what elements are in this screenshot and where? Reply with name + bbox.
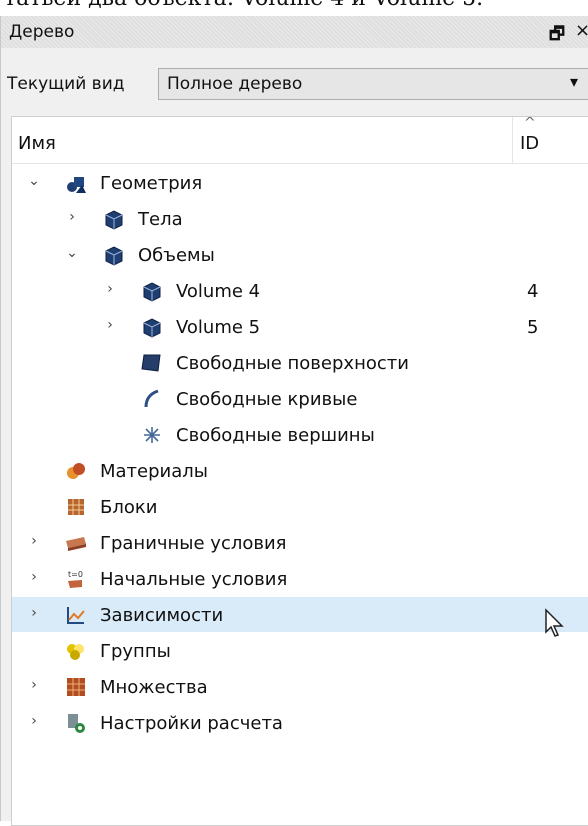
tree-row-label: Начальные условия	[100, 569, 288, 590]
float-window-icon[interactable]: 🗗	[549, 21, 565, 50]
geometry-icon	[64, 171, 88, 195]
tree-row[interactable]: Блоки	[12, 489, 588, 524]
collapse-chevron-icon[interactable]: ⌄	[26, 173, 42, 189]
expand-chevron-icon[interactable]: ›	[64, 209, 80, 225]
column-header-name[interactable]: Имя	[18, 133, 56, 154]
tree-row-label: Свободные поверхности	[176, 353, 409, 374]
dependencies-icon	[64, 603, 88, 627]
materials-icon	[64, 459, 88, 483]
expand-chevron-icon[interactable]: ›	[26, 713, 42, 729]
tree-row[interactable]: ⌄ Геометрия	[12, 165, 588, 200]
tree-row-label: Зависимости	[100, 605, 224, 626]
tree-row-label: Множества	[100, 677, 208, 698]
initial-conditions-icon: t=0	[64, 567, 88, 591]
current-view-value: Полное дерево	[167, 74, 303, 94]
panel-title: Дерево	[9, 22, 75, 42]
tree-row-label: Геометрия	[100, 173, 203, 194]
tree-row[interactable]: Свободные вершины	[12, 417, 588, 452]
collapse-chevron-icon[interactable]: ⌄	[64, 245, 80, 261]
tree-row-id: 5	[527, 317, 539, 338]
chevron-down-icon[interactable]: ▾	[570, 72, 578, 91]
tree-row-label: Группы	[100, 641, 171, 662]
tree-row-label: Volume 4	[176, 281, 261, 302]
expand-chevron-icon[interactable]: ›	[26, 569, 42, 585]
volume-icon	[140, 315, 164, 339]
tree-row[interactable]: Свободные поверхности	[12, 345, 588, 380]
close-icon[interactable]: ×	[575, 20, 588, 41]
tree-row[interactable]: › Volume 5 5	[12, 309, 588, 344]
current-view-select[interactable]: Полное дерево ▾	[158, 68, 588, 100]
sets-icon	[64, 675, 88, 699]
tree-row-label: Объемы	[138, 245, 215, 266]
tree-row-label: Тела	[138, 209, 183, 230]
tree-row[interactable]: › Volume 4 4	[12, 273, 588, 308]
column-divider[interactable]	[512, 117, 513, 163]
volumes-icon	[102, 243, 126, 267]
tree-row[interactable]: › Граничные условия	[12, 525, 588, 560]
tree-row-label: Свободные вершины	[176, 425, 375, 446]
calc-settings-icon	[64, 711, 88, 735]
tree-row[interactable]: Свободные кривые	[12, 381, 588, 416]
tree-row-label: Volume 5	[176, 317, 261, 338]
expand-chevron-icon[interactable]: ›	[26, 533, 42, 549]
expand-chevron-icon[interactable]: ›	[102, 317, 118, 333]
svg-text:t=0: t=0	[68, 570, 83, 579]
expand-chevron-icon[interactable]: ›	[26, 677, 42, 693]
tree-row-label: Граничные условия	[100, 533, 287, 554]
tree-row-label: Блоки	[100, 497, 158, 518]
expand-chevron-icon[interactable]: ›	[26, 605, 42, 621]
tree-row[interactable]: › t=0 Начальные условия	[12, 561, 588, 596]
sort-ascending-icon: ^	[524, 116, 536, 131]
curve-icon	[140, 387, 164, 411]
groups-icon	[64, 639, 88, 663]
column-header-id[interactable]: ID	[520, 133, 539, 154]
tree-panel: Дерево 🗗 × Текущий вид Полное дерево ▾ И…	[0, 16, 588, 826]
surface-icon	[140, 351, 164, 375]
object-tree[interactable]: Имя ^ ID ⌄ Геометрия › Тела ⌄ Объемы › Volume 4…	[11, 116, 588, 826]
tree-row[interactable]: › Настройки расчета	[12, 705, 588, 740]
document-text-strip: татьей два объекта: Volume 4 и Volume 5.	[0, 0, 588, 16]
tree-row-label: Свободные кривые	[176, 389, 358, 410]
tree-row-label: Материалы	[100, 461, 208, 482]
boundary-conditions-icon	[64, 531, 88, 555]
document-text: татьей два объекта: Volume 4 и Volume 5.	[4, 0, 483, 11]
tree-row[interactable]: Группы	[12, 633, 588, 668]
bodies-icon	[102, 207, 126, 231]
tree-row[interactable]: › Зависимости	[12, 597, 588, 632]
tree-row-label: Настройки расчета	[100, 713, 283, 734]
tree-row[interactable]: › Тела	[12, 201, 588, 236]
tree-row[interactable]: Материалы	[12, 453, 588, 488]
tree-row[interactable]: › Множества	[12, 669, 588, 704]
mouse-cursor-icon	[545, 608, 564, 637]
volume-icon	[140, 279, 164, 303]
expand-chevron-icon[interactable]: ›	[102, 281, 118, 297]
current-view-label: Текущий вид	[7, 74, 125, 94]
blocks-icon	[64, 495, 88, 519]
tree-row[interactable]: ⌄ Объемы	[12, 237, 588, 272]
tree-header: Имя ^ ID	[12, 117, 588, 164]
panel-titlebar: Дерево 🗗 ×	[1, 16, 588, 48]
tree-row-id: 4	[527, 281, 539, 302]
vertex-icon	[140, 423, 164, 447]
